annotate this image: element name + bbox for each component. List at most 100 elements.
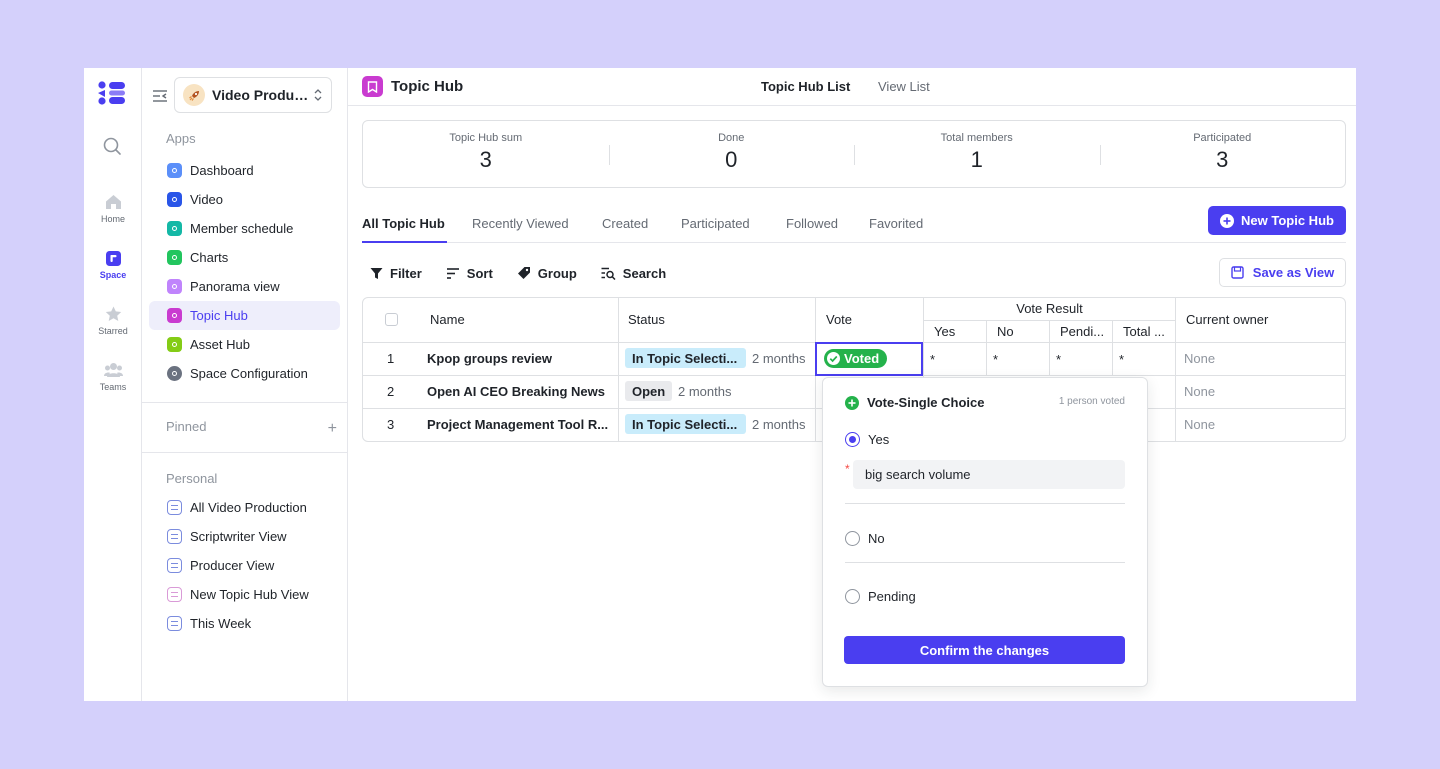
sidebar-item-video[interactable]: Video: [149, 185, 340, 214]
save-icon: [1231, 266, 1244, 279]
app-logo-icon[interactable]: [97, 81, 127, 105]
vote-popover: Vote-Single Choice 1 person voted Yes * …: [822, 377, 1148, 687]
rail-item-space[interactable]: Space: [84, 251, 142, 280]
group-button[interactable]: Group: [517, 266, 577, 281]
topic-hub-icon: [362, 76, 383, 97]
sidebar-item-new-topic-hub-view[interactable]: New Topic Hub View: [149, 580, 340, 609]
tag-icon: [517, 267, 530, 279]
space-selector[interactable]: Video Production: [174, 77, 332, 113]
save-as-view-button[interactable]: Save as View: [1219, 258, 1346, 287]
sidebar-item-charts[interactable]: Charts: [149, 243, 340, 272]
select-all-checkbox[interactable]: [385, 313, 398, 326]
status-cell[interactable]: In Topic Selecti...: [625, 348, 746, 368]
owner-cell[interactable]: None: [1184, 351, 1215, 366]
filter-button[interactable]: Filter: [370, 266, 422, 281]
tab-view-list[interactable]: View List: [878, 79, 930, 94]
vote-total-value: *: [1119, 352, 1125, 367]
sort-icon: [446, 267, 459, 279]
gear-icon: [167, 366, 182, 381]
column-header-name[interactable]: Name: [430, 312, 465, 327]
schedule-icon: [167, 221, 182, 236]
vote-option-yes[interactable]: Yes: [845, 432, 889, 447]
sidebar-item-topic-hub[interactable]: Topic Hub: [149, 301, 340, 330]
column-header-pending[interactable]: Pendi...: [1060, 324, 1104, 339]
add-pinned-icon[interactable]: +: [328, 420, 337, 438]
vote-reason-input[interactable]: [853, 460, 1125, 489]
asset-hub-icon: [167, 337, 182, 352]
tab-all-topic-hub[interactable]: All Topic Hub: [362, 216, 445, 231]
panorama-icon: [167, 279, 182, 294]
sidebar-item-scriptwriter-view[interactable]: Scriptwriter View: [149, 522, 340, 551]
status-cell[interactable]: Open: [625, 381, 673, 401]
radio-unselected[interactable]: [845, 589, 860, 604]
pinned-section-title: Pinned: [166, 419, 207, 434]
rail-item-label: Teams: [99, 382, 127, 392]
vote-option-pending[interactable]: Pending: [845, 589, 916, 604]
owner-cell[interactable]: None: [1184, 417, 1215, 432]
apps-section-title: Apps: [166, 131, 196, 146]
sidebar-item-asset-hub[interactable]: Asset Hub: [149, 330, 340, 359]
vote-yes-value: *: [930, 352, 936, 367]
sidebar-item-producer-view[interactable]: Producer View: [149, 551, 340, 580]
radio-selected[interactable]: [845, 432, 860, 447]
space-name: Video Production: [212, 87, 309, 103]
status-badge: Open: [625, 381, 673, 401]
filter-tabs: All Topic Hub Recently Viewed Created Pa…: [362, 206, 1346, 243]
rail-item-label: Starred: [98, 326, 128, 336]
tab-created[interactable]: Created: [602, 216, 648, 231]
tab-recently-viewed[interactable]: Recently Viewed: [472, 216, 569, 231]
vote-popover-title: Vote-Single Choice: [845, 395, 985, 410]
tab-topic-hub-list[interactable]: Topic Hub List: [761, 79, 850, 94]
owner-cell[interactable]: None: [1184, 384, 1215, 399]
new-topic-hub-button[interactable]: New Topic Hub: [1208, 206, 1346, 235]
vote-no-value: *: [993, 352, 999, 367]
sidebar-item-space-configuration[interactable]: Space Configuration: [149, 359, 340, 388]
icon-rail: Home Space Starred Teams: [84, 68, 142, 701]
column-header-yes[interactable]: Yes: [934, 324, 955, 339]
sidebar-item-panorama-view[interactable]: Panorama view: [149, 272, 340, 301]
rail-item-starred[interactable]: Starred: [84, 306, 142, 336]
column-header-vote[interactable]: Vote: [826, 312, 852, 327]
status-badge: In Topic Selecti...: [625, 414, 746, 434]
main-content: Topic Hub Topic Hub List View List Topic…: [348, 68, 1356, 701]
column-header-no[interactable]: No: [997, 324, 1014, 339]
column-header-total[interactable]: Total ...: [1123, 324, 1165, 339]
list-view-icon: [167, 500, 182, 515]
sidebar-item-member-schedule[interactable]: Member schedule: [149, 214, 340, 243]
video-icon: [167, 192, 182, 207]
sidebar-item-this-week[interactable]: This Week: [149, 609, 340, 638]
tab-participated[interactable]: Participated: [681, 216, 750, 231]
sidebar-divider: [142, 452, 348, 453]
sort-button[interactable]: Sort: [446, 266, 493, 281]
topic-name[interactable]: Project Management Tool R...: [427, 417, 613, 432]
column-header-current-owner[interactable]: Current owner: [1186, 312, 1268, 327]
sidebar: Video Production Apps Dashboard Video Me…: [142, 68, 348, 701]
check-circle-icon: [827, 352, 840, 365]
tab-followed[interactable]: Followed: [786, 216, 838, 231]
search-icon[interactable]: [102, 136, 122, 156]
column-header-status[interactable]: Status: [628, 312, 665, 327]
topic-name[interactable]: Open AI CEO Breaking News: [427, 384, 613, 399]
rail-item-home[interactable]: Home: [84, 194, 142, 224]
sidebar-item-all-video-production[interactable]: All Video Production: [149, 493, 340, 522]
search-button[interactable]: Search: [601, 266, 666, 281]
age-text: 2 months: [752, 351, 806, 366]
vote-option-no[interactable]: No: [845, 531, 885, 546]
vote-cell-selected[interactable]: Voted: [815, 342, 923, 376]
plus-circle-icon: [1220, 213, 1235, 228]
stat-participated: Participated 3: [1099, 121, 1346, 187]
topic-name[interactable]: Kpop groups review: [427, 351, 613, 366]
confirm-changes-button[interactable]: Confirm the changes: [844, 636, 1125, 664]
status-cell[interactable]: In Topic Selecti...: [625, 414, 746, 434]
required-mark: *: [845, 462, 850, 476]
list-view-icon: [167, 616, 182, 631]
age-text: 2 months: [678, 384, 732, 399]
rail-item-teams[interactable]: Teams: [84, 362, 142, 392]
filter-icon: [370, 267, 383, 279]
tab-favorited[interactable]: Favorited: [869, 216, 923, 231]
sidebar-item-dashboard[interactable]: Dashboard: [149, 156, 340, 185]
radio-unselected[interactable]: [845, 531, 860, 546]
apps-nav: Dashboard Video Member schedule Charts P…: [149, 156, 340, 388]
chevron-updown-icon: [314, 89, 322, 101]
collapse-sidebar-icon[interactable]: [152, 88, 168, 104]
